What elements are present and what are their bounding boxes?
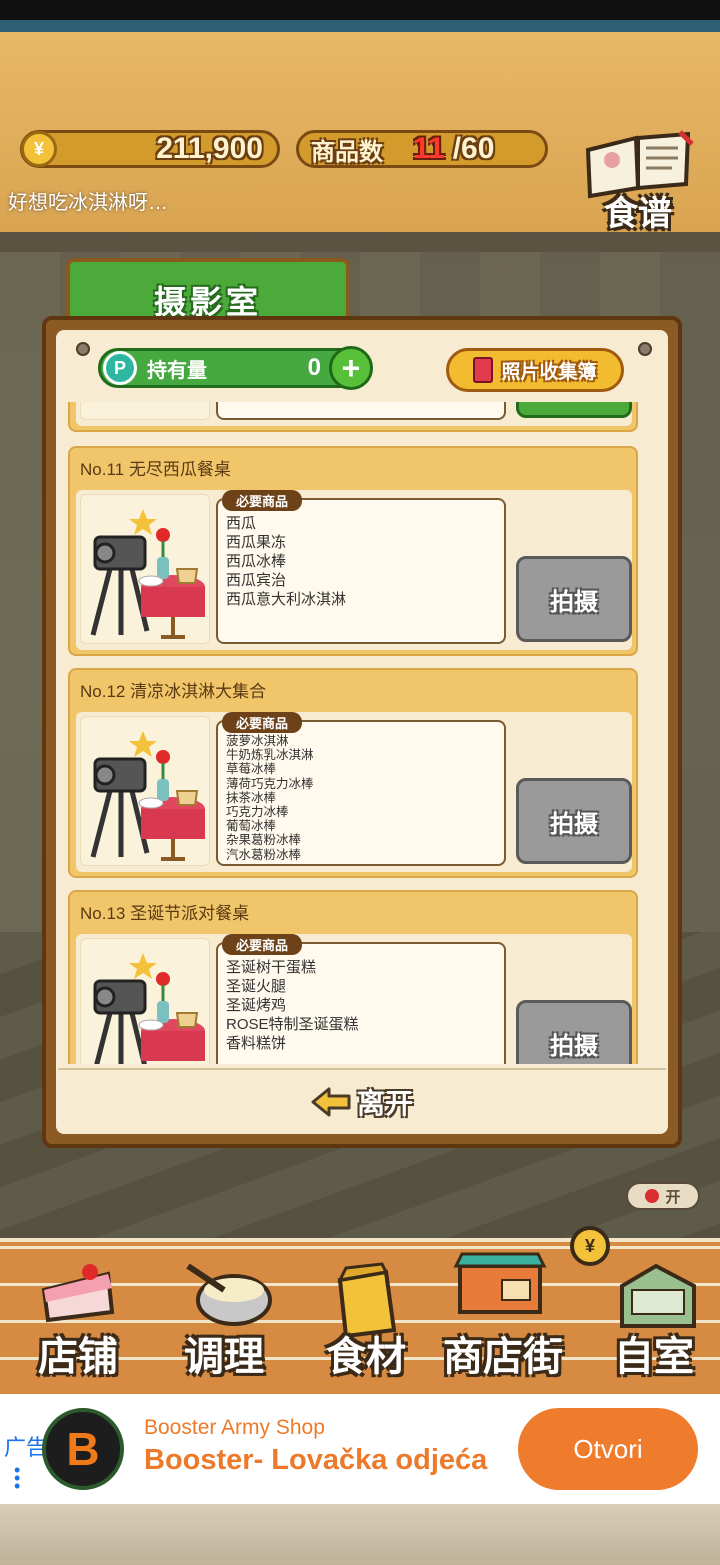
required-items-box: 必要商品 菠萝冰淇淋 牛奶炼乳冰淇淋 草莓冰棒 薄荷巧克力冰棒 抹茶冰棒 巧克力…	[216, 712, 506, 866]
required-item: 牛奶炼乳冰淇淋	[226, 748, 314, 763]
required-item: 抹茶冰棒	[226, 790, 277, 805]
required-items-tag: 必要商品	[222, 490, 303, 511]
cake-icon	[41, 1264, 115, 1323]
ad-title: Booster- Lovačka odjeća	[144, 1444, 488, 1476]
product-count-max: /60	[452, 132, 495, 165]
required-item: 圣诞火腿	[226, 978, 287, 995]
pin-icon	[638, 342, 652, 356]
required-item: ROSE特制圣诞蛋糕	[226, 1016, 359, 1033]
camera-table-illustration	[80, 716, 210, 866]
album-icon	[473, 357, 494, 383]
product-count: 商品数 11 /60	[296, 130, 548, 168]
mixing-bowl-icon	[186, 1263, 272, 1326]
required-item: 香料糕饼	[226, 1035, 287, 1052]
ad-advertiser: Booster Army Shop	[144, 1416, 325, 1439]
photo-studio-panel: P 持有量 0 + 照片收集簿 No.11 无尽西瓜餐桌 必要商品 西瓜 西瓜果…	[42, 316, 682, 1148]
required-item: 草莓冰棒	[226, 762, 277, 777]
nav-ingredients[interactable]: 食材	[296, 1242, 436, 1394]
money-counter: ¥ 211,900	[20, 130, 280, 168]
photo-entry-title: No.11 无尽西瓜餐桌	[80, 459, 231, 479]
required-item: 汽水葛粉冰棒	[226, 847, 302, 862]
required-item: 薄荷巧克力冰棒	[226, 776, 314, 791]
camera-tripod-icon	[90, 509, 205, 639]
yen-coin-icon: ¥	[570, 1226, 610, 1266]
nav-shopping-street[interactable]: 商店街	[428, 1242, 578, 1394]
shoot-button[interactable]: 拍摄	[516, 778, 632, 864]
shoot-button-label: 拍摄	[550, 1032, 598, 1060]
pin-icon	[76, 342, 90, 356]
camera-tripod-icon	[93, 953, 205, 1064]
required-items-box: 必要商品 西瓜 西瓜果冻 西瓜冰棒 西瓜宾治 西瓜意大利冰淇淋	[216, 490, 506, 644]
photo-entry-card: No.13 圣诞节派对餐桌 必要商品 圣诞树干蛋糕 圣诞火腿 圣诞烤鸡 ROSE…	[68, 890, 638, 1064]
required-items-tag: 必要商品	[222, 934, 303, 955]
yen-coin-icon: ¥	[21, 131, 57, 167]
camera-table-illustration	[80, 494, 210, 644]
leave-button[interactable]: 离开	[58, 1068, 666, 1134]
shoot-button-label: 拍摄	[550, 588, 598, 616]
ad-open-button[interactable]: Otvori	[518, 1408, 698, 1490]
footer-background	[0, 1504, 720, 1565]
photo-entry-list[interactable]: No.11 无尽西瓜餐桌 必要商品 西瓜 西瓜果冻 西瓜冰棒 西瓜宾治 西瓜意大…	[68, 402, 638, 1064]
staff-only-door-icon	[620, 1263, 696, 1328]
point-coin-icon: P	[103, 351, 137, 385]
photo-entry-card-partial	[68, 402, 638, 432]
photo-album-label: 照片收集簿	[501, 361, 597, 383]
nav-ingredients-label: 食材	[326, 1335, 406, 1379]
required-item: 杂果葛粉冰棒	[226, 833, 302, 848]
holdings-bar: P 持有量 0 +	[98, 346, 373, 390]
nav-shop[interactable]: 店铺	[8, 1242, 148, 1394]
product-count-label: 商品数	[311, 138, 383, 166]
required-item: 西瓜意大利冰淇淋	[226, 591, 347, 608]
money-value: 211,900	[156, 132, 263, 165]
leave-label: 离开	[356, 1088, 413, 1119]
required-item: 西瓜	[226, 515, 257, 532]
required-item: 葡萄冰棒	[226, 819, 277, 834]
camera-table-illustration	[80, 938, 210, 1064]
nav-my-room-label: 自室	[614, 1335, 694, 1379]
required-items-tag: 必要商品	[222, 712, 303, 733]
open-toggle[interactable]: 开	[626, 1182, 700, 1210]
shoot-button[interactable]	[516, 402, 632, 418]
nav-cook[interactable]: 调理	[154, 1242, 294, 1394]
photo-entry-card: No.12 清凉冰淇淋大集合 必要商品 菠萝冰淇淋 牛奶炼乳冰淇淋 草莓冰棒 薄…	[68, 668, 638, 878]
ad-banner[interactable]: 广告 • • • B Booster Army Shop Booster- Lova…	[0, 1394, 720, 1504]
holdings-label: 持有量	[147, 359, 207, 382]
customer-thought-text: 好想吃冰淇淋呀…	[8, 192, 168, 214]
photo-entry-card: No.11 无尽西瓜餐桌 必要商品 西瓜 西瓜果冻 西瓜冰棒 西瓜宾治 西瓜意大…	[68, 446, 638, 656]
ad-options-icon[interactable]: • • •	[14, 1461, 20, 1495]
status-dot-icon	[645, 1189, 660, 1203]
recipe-label: 食谱	[604, 195, 672, 233]
shoot-button[interactable]: 拍摄	[516, 556, 632, 642]
recipe-button[interactable]: 食谱	[578, 122, 698, 233]
shoot-button[interactable]: 拍摄	[516, 1000, 632, 1064]
top-strip	[0, 20, 720, 32]
camera-tripod-icon	[90, 731, 205, 861]
required-item: 圣诞烤鸡	[226, 997, 287, 1014]
nav-shopping-street-label: 商店街	[443, 1335, 563, 1379]
storefront-icon	[453, 1252, 547, 1314]
holdings-value: 0	[307, 354, 321, 381]
nav-cook-label: 调理	[184, 1335, 264, 1379]
required-item: 西瓜宾治	[226, 572, 287, 589]
advertiser-logo: B	[42, 1408, 124, 1490]
add-points-button[interactable]: +	[329, 346, 373, 390]
shoot-button-label: 拍摄	[550, 810, 598, 838]
nav-shop-label: 店铺	[38, 1335, 118, 1379]
bottom-navigation: 店铺 调理 食材 商店街 ¥ 自室	[0, 1226, 720, 1394]
required-items-box: 必要商品 圣诞树干蛋糕 圣诞火腿 圣诞烤鸡 ROSE特制圣诞蛋糕 香料糕饼	[216, 934, 506, 1064]
product-count-current: 11	[413, 132, 445, 165]
required-item: 西瓜冰棒	[226, 553, 287, 570]
photo-album-button[interactable]: 照片收集簿	[446, 348, 624, 392]
back-arrow-icon	[311, 1087, 351, 1117]
nav-my-room[interactable]: ¥ 自室	[570, 1226, 720, 1394]
required-item: 巧克力冰棒	[226, 805, 289, 820]
required-item: 圣诞树干蛋糕	[226, 959, 317, 976]
open-toggle-label: 开	[665, 1188, 681, 1206]
required-item: 菠萝冰淇淋	[226, 734, 289, 748]
photo-entry-title: No.12 清凉冰淇淋大集合	[80, 681, 267, 701]
required-item: 西瓜果冻	[226, 534, 287, 551]
photo-entry-title: No.13 圣诞节派对餐桌	[80, 903, 250, 923]
